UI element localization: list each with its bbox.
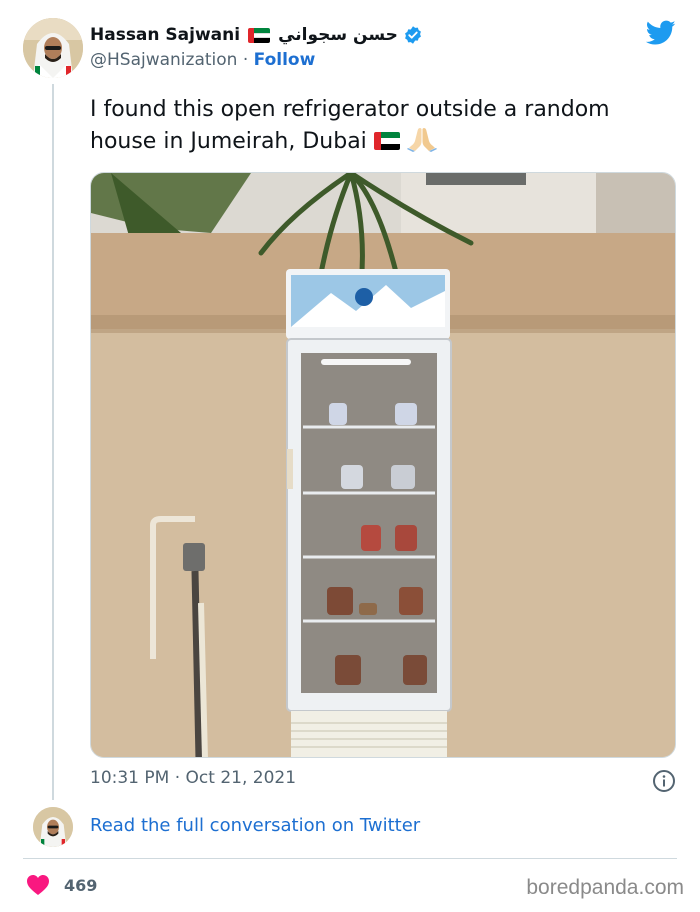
verified-badge-icon xyxy=(404,26,421,44)
like-action[interactable]: 469 xyxy=(26,874,97,896)
follow-button[interactable]: Follow xyxy=(254,50,316,70)
uae-flag-icon xyxy=(373,132,400,150)
tweet-body: I found this open refrigerator outside a… xyxy=(90,97,610,154)
tweet-timestamp[interactable]: 10:31 PM · Oct 21, 2021 xyxy=(90,768,296,788)
heart-icon[interactable] xyxy=(26,874,50,896)
author-avatar[interactable] xyxy=(23,18,83,78)
handle-separator: · xyxy=(242,50,249,70)
footer-divider xyxy=(23,858,677,859)
info-icon[interactable] xyxy=(652,769,676,793)
author-handle[interactable]: @HSajwanization xyxy=(90,50,237,70)
twitter-bird-icon[interactable] xyxy=(646,20,676,46)
author-arabic-name[interactable]: حسن سجواني xyxy=(278,25,398,45)
photo-refrigerator-outside-wall xyxy=(91,173,675,757)
tweet-photo[interactable] xyxy=(90,172,676,758)
author-display-name[interactable]: Hassan Sajwani xyxy=(90,25,240,45)
folded-hands-icon xyxy=(406,128,437,152)
reply-avatar[interactable] xyxy=(33,807,73,847)
tweet-header: Hassan Sajwani حسن سجواني @HSajwanizatio… xyxy=(90,22,630,70)
read-conversation-link[interactable]: Read the full conversation on Twitter xyxy=(90,815,420,836)
uae-flag-icon xyxy=(248,27,271,43)
like-count: 469 xyxy=(64,875,98,895)
thread-connector-line xyxy=(52,84,54,800)
boredpanda-watermark: boredpanda.com xyxy=(526,876,684,899)
tweet-timestamp-row: 10:31 PM · Oct 21, 2021 xyxy=(90,768,676,794)
tweet-text: I found this open refrigerator outside a… xyxy=(90,94,650,158)
